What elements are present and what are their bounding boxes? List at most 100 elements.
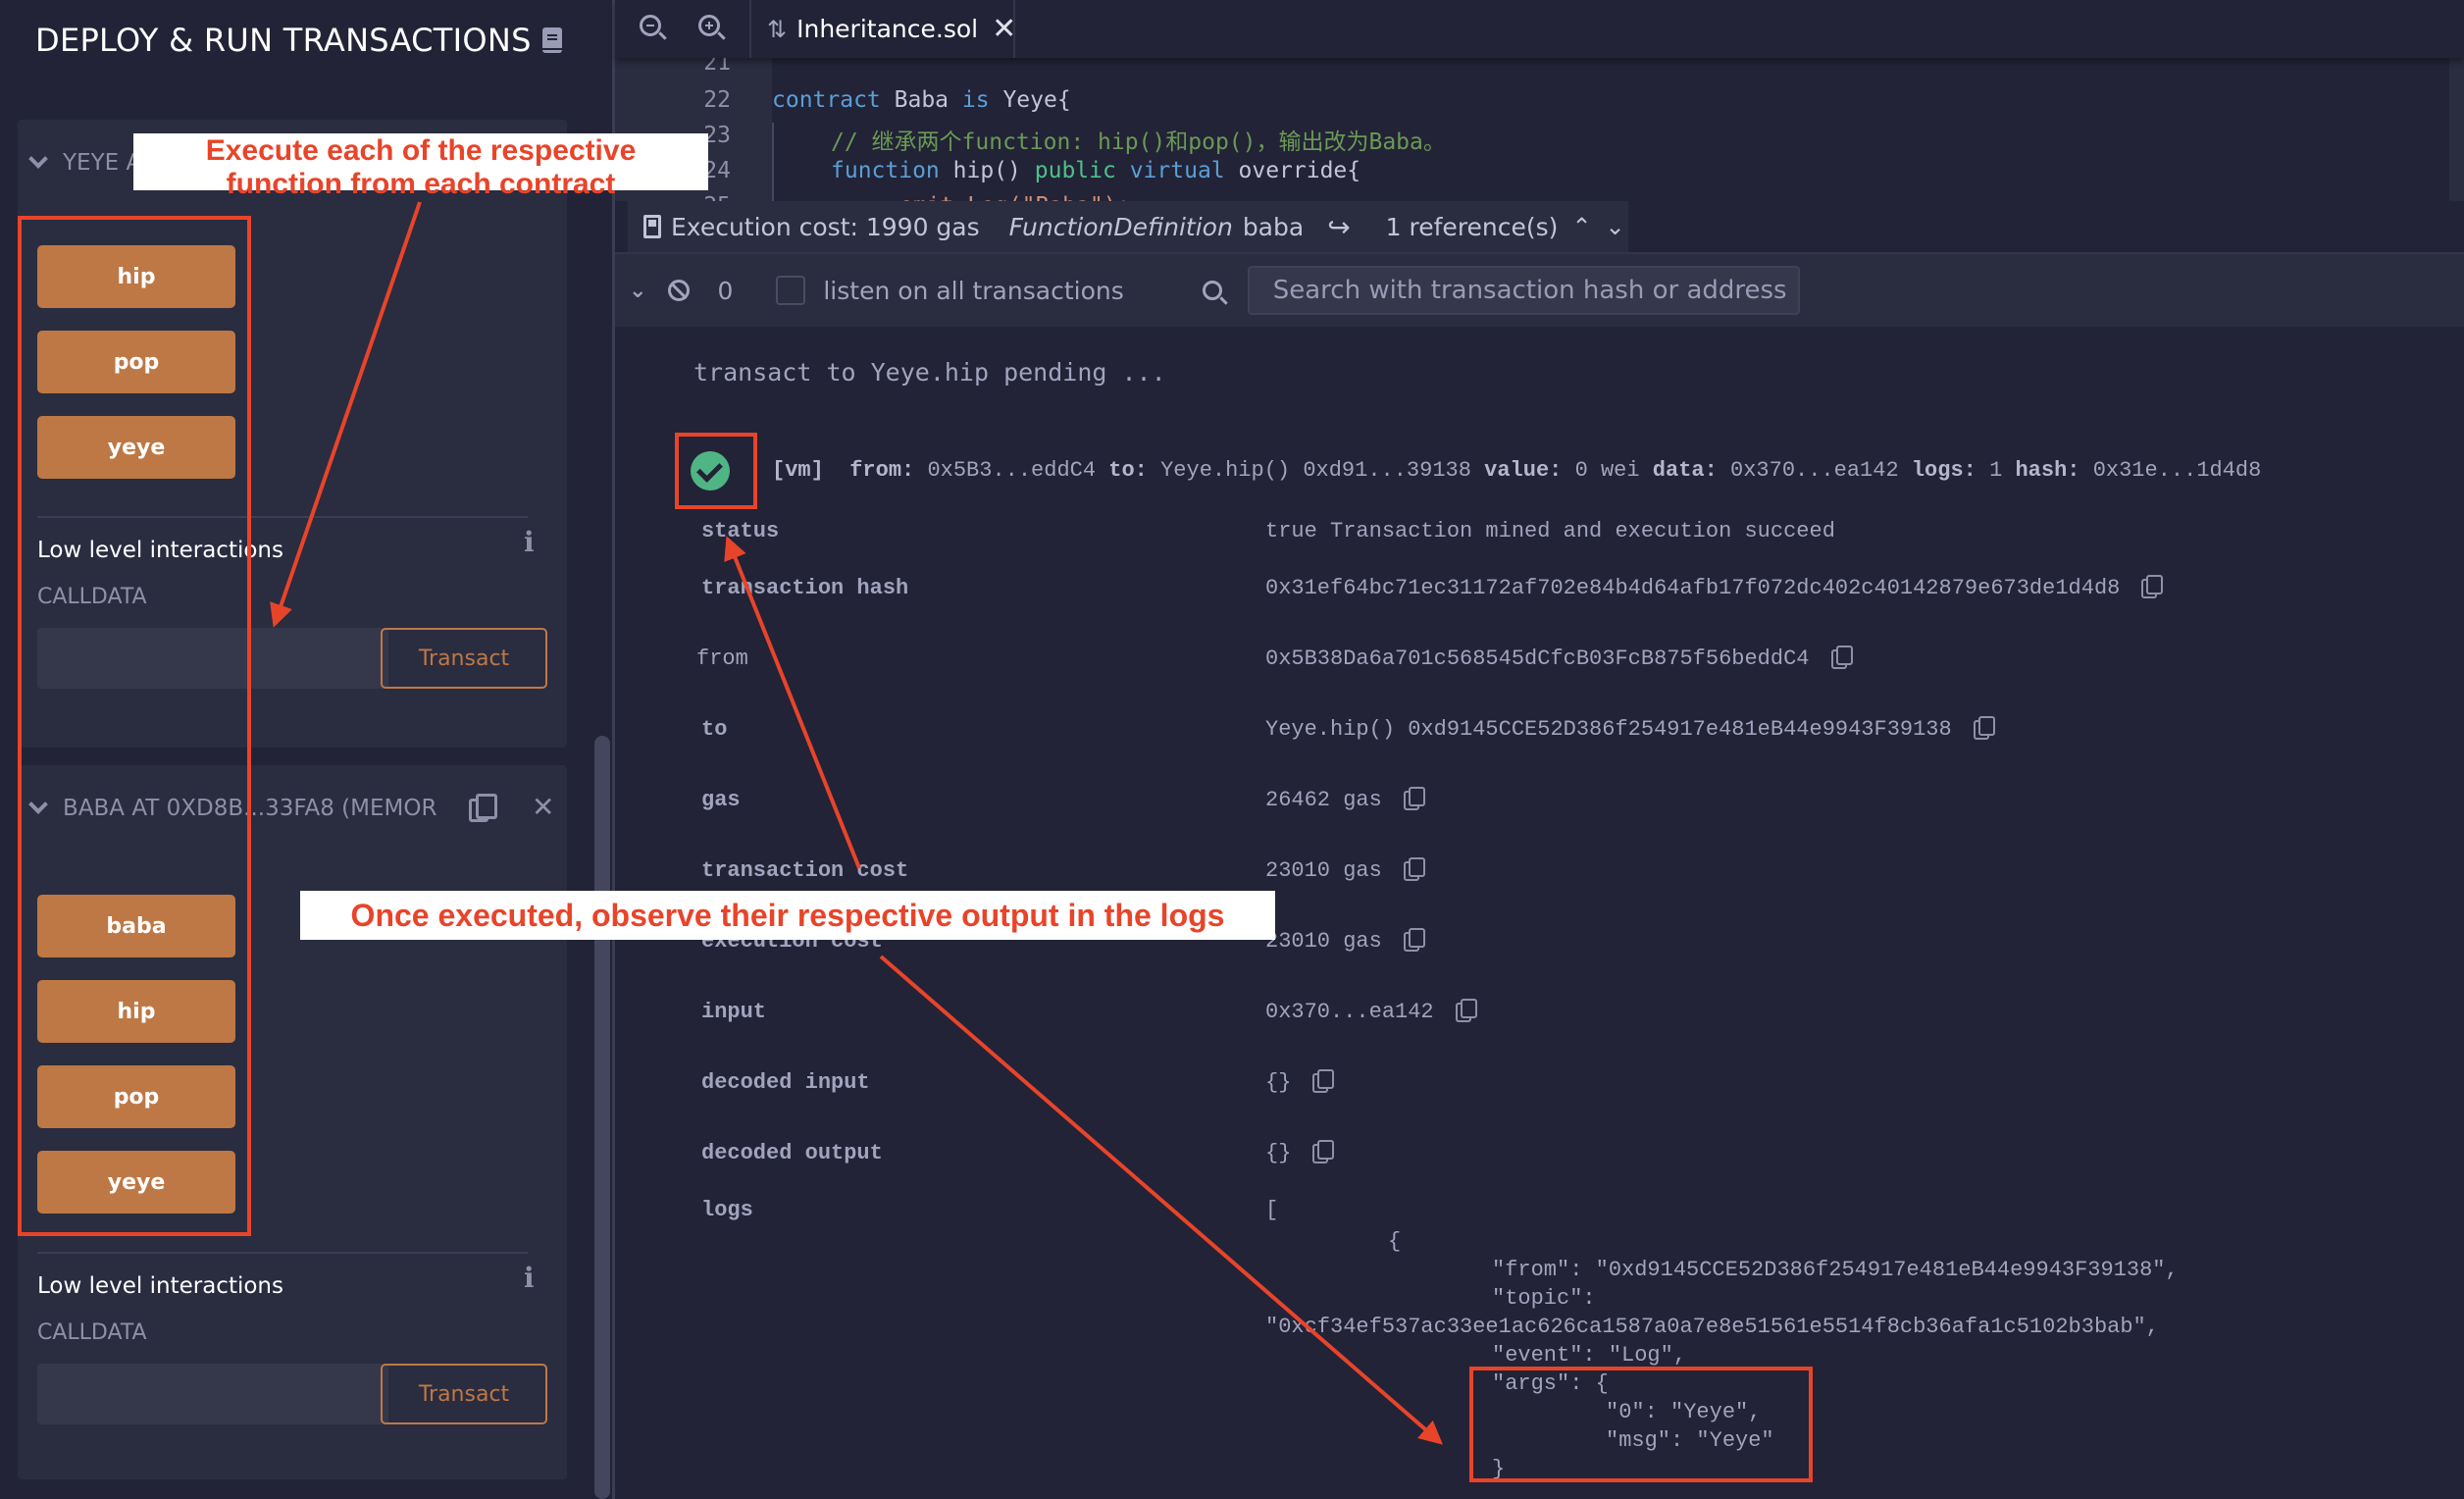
log-line: "0xcf34ef537ac33ee1ac626ca1587a0a7e8e515… — [1265, 1315, 2159, 1339]
detail-value-text: 0x31ef64bc71ec31172af702e84b4d64afb17f07… — [1265, 576, 2121, 600]
indent-guide — [772, 123, 774, 201]
pending-tx-count: 0 — [717, 276, 734, 305]
panel-title: DEPLOY & RUN TRANSACTIONS — [35, 22, 532, 59]
next-reference-icon[interactable]: ⌄ — [1606, 213, 1625, 240]
previous-reference-icon[interactable]: ⌃ — [1571, 213, 1591, 240]
annotation-line: function from each contract — [226, 168, 616, 200]
annotation-execute-functions: Execute each of the respective function … — [133, 133, 708, 200]
collapse-terminal-icon[interactable]: ⌄ — [629, 279, 646, 303]
highlight-success-icon — [675, 433, 757, 509]
info-icon[interactable]: i — [524, 1262, 535, 1294]
copy-icon[interactable] — [1312, 1139, 1335, 1163]
divider — [749, 0, 751, 58]
detail-key: logs — [701, 1198, 753, 1222]
detail-value-text: 23010 gas — [1265, 858, 1382, 883]
low-level-interactions-label: Low level interactions — [37, 1273, 283, 1299]
instance-title: YEYE A — [63, 150, 142, 176]
listen-all-checkbox[interactable] — [776, 276, 806, 305]
log-line: { — [1388, 1229, 1402, 1254]
code-line-24: function hip() public virtual override{ — [831, 158, 1361, 183]
copy-icon[interactable] — [1403, 927, 1425, 952]
code-line-22: contract Baba is Yeye{ — [772, 87, 1071, 113]
references-count: 1 reference(s) — [1385, 212, 1559, 241]
highlight-log-args — [1469, 1367, 1813, 1482]
detail-value: true Transaction mined and execution suc… — [1265, 519, 1835, 543]
transact-button[interactable]: Transact — [381, 628, 547, 689]
code-editor[interactable]: 21 22 23 24 25 contract Baba is Yeye{ //… — [615, 58, 2449, 201]
detail-value-text: {} — [1265, 1070, 1292, 1095]
go-to-definition-icon[interactable]: ↪ — [1327, 211, 1350, 243]
definition-status-bar: Execution cost: 1990 gas FunctionDefinit… — [628, 201, 1628, 252]
editor-tab-bar: ⇅ Inheritance.sol ✕ — [615, 0, 2464, 58]
detail-value-text: 0x5B38Da6a701c568545dCfcB03FcB875f56bedd… — [1265, 646, 1810, 671]
execution-cost: Execution cost: 1990 gas — [671, 212, 980, 241]
definition-type: FunctionDefinition — [1008, 212, 1233, 241]
tx-summary[interactable]: [vm] from: 0x5B3...eddC4 to: Yeye.hip() … — [772, 458, 2261, 483]
gas-pump-icon — [643, 215, 661, 238]
annotation-line: Execute each of the respective — [205, 134, 637, 167]
detail-value: {} — [1265, 1139, 1335, 1165]
detail-key: decoded output — [701, 1141, 883, 1165]
copy-icon[interactable] — [1973, 715, 1995, 740]
code-line-25: emit Log("Baba"); — [899, 193, 1130, 201]
copy-icon[interactable] — [1312, 1068, 1335, 1093]
detail-value-text: {} — [1265, 1141, 1292, 1165]
detail-value-text: 26462 gas — [1265, 788, 1382, 812]
close-instance-icon[interactable]: ✕ — [532, 791, 554, 823]
terminal-toolbar: ⌄ 0 listen on all transactions — [615, 252, 2464, 327]
zoom-in-icon[interactable] — [698, 15, 720, 36]
tab-inheritance-sol[interactable]: ⇅ Inheritance.sol ✕ — [767, 0, 1016, 58]
detail-value-text: 0x370...ea142 — [1265, 1000, 1434, 1024]
detail-value: Yeye.hip() 0xd9145CCE52D386f254917e481eB… — [1265, 715, 1995, 742]
detail-value-text: true Transaction mined and execution suc… — [1265, 519, 1835, 543]
copy-address-icon[interactable] — [469, 794, 497, 822]
calldata-label: CALLDATA — [37, 1320, 147, 1345]
detail-key: to — [701, 717, 728, 742]
detail-value-text: 23010 gas — [1265, 929, 1382, 954]
zoom-out-icon[interactable] — [640, 15, 661, 36]
copy-icon[interactable] — [1403, 856, 1425, 881]
detail-value-text: Yeye.hip() 0xd9145CCE52D386f254917e481eB… — [1265, 717, 1952, 742]
clear-console-icon[interactable] — [668, 280, 691, 301]
log-line: "from": "0xd9145CCE52D386f254917e481eB44… — [1492, 1258, 2179, 1282]
divider — [37, 1252, 528, 1254]
line-number: 22 — [703, 87, 731, 113]
copy-icon[interactable] — [1455, 998, 1477, 1022]
tx-search-input[interactable] — [1247, 266, 1800, 315]
detail-value-text: [ — [1265, 1198, 1279, 1222]
chevron-down-icon — [28, 149, 48, 169]
sidebar-scrollbar-thumb[interactable] — [594, 736, 610, 1499]
log-line: "event": "Log", — [1492, 1343, 1687, 1368]
detail-key: status — [701, 519, 780, 543]
detail-key: from — [696, 646, 748, 671]
detail-key: gas — [701, 788, 741, 812]
detail-value: 0x31ef64bc71ec31172af702e84b4d64afb17f07… — [1265, 574, 2164, 600]
copy-icon[interactable] — [1403, 786, 1425, 810]
detail-key: transaction cost — [701, 858, 909, 883]
detail-value: {} — [1265, 1068, 1335, 1095]
copy-icon[interactable] — [1830, 645, 1853, 669]
detail-key: decoded input — [701, 1070, 870, 1095]
documentation-icon[interactable] — [542, 27, 562, 53]
detail-value: 26462 gas — [1265, 786, 1425, 812]
tab-label: Inheritance.sol — [796, 15, 979, 43]
search-icon — [1202, 281, 1222, 300]
transact-button[interactable]: Transact — [381, 1364, 547, 1424]
file-sync-icon: ⇅ — [767, 15, 788, 43]
code-minimap[interactable] — [2449, 58, 2464, 201]
copy-icon[interactable] — [2141, 574, 2164, 598]
detail-value: [ — [1265, 1198, 1278, 1222]
highlight-function-buttons — [18, 216, 251, 1236]
definition-name: baba — [1242, 212, 1305, 241]
divider — [1013, 0, 1015, 58]
log-line: "topic": — [1492, 1286, 1596, 1311]
detail-value: 23010 gas — [1265, 927, 1425, 954]
detail-key: input — [701, 1000, 767, 1024]
code-line-23: // 继承两个function: hip()和pop()，输出改为Baba。 — [831, 129, 1446, 155]
instance-header-yeye[interactable]: YEYE A — [28, 147, 142, 179]
info-icon[interactable]: i — [524, 526, 535, 558]
detail-value: 0x370...ea142 — [1265, 998, 1477, 1024]
detail-value: 23010 gas — [1265, 856, 1425, 883]
annotation-observe-logs: Once executed, observe their respective … — [300, 891, 1275, 940]
calldata-input[interactable] — [37, 1364, 388, 1424]
